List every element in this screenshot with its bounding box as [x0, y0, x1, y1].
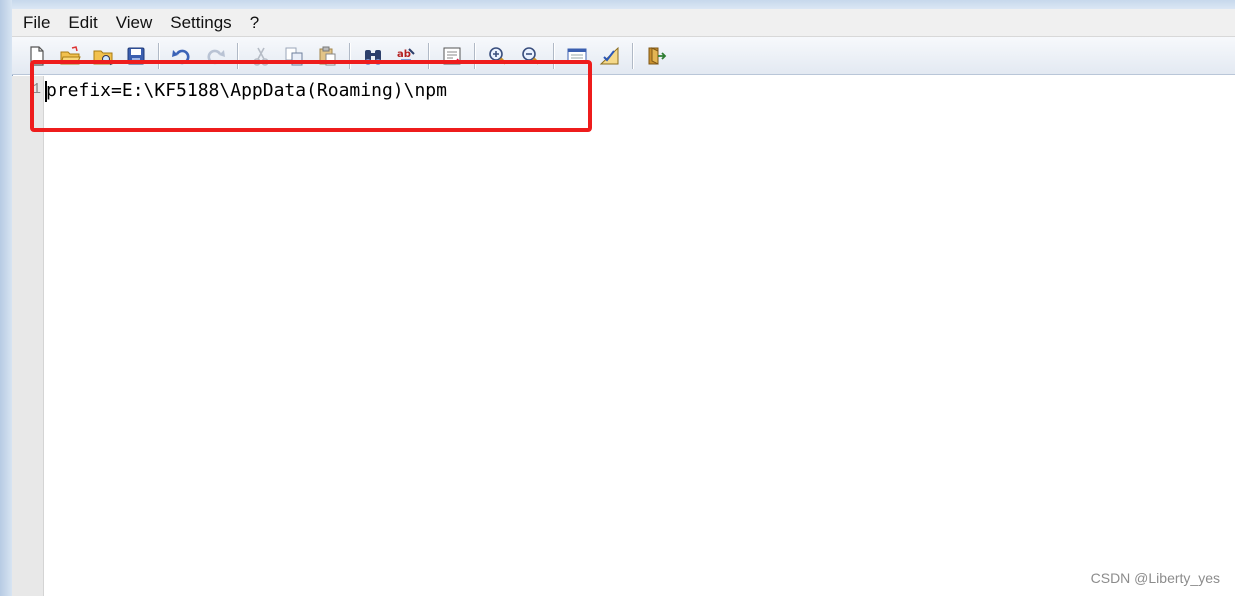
exit-button[interactable] [643, 43, 668, 68]
options-button[interactable] [597, 43, 622, 68]
watermark: CSDN @Liberty_yes [1090, 570, 1220, 586]
menu-file[interactable]: File [12, 9, 59, 36]
menu-bar: File Edit View Settings ? [12, 9, 1235, 37]
red-highlight-box [30, 60, 592, 132]
line-number-gutter: 1 [12, 76, 44, 596]
menu-edit[interactable]: Edit [59, 9, 106, 36]
menu-help[interactable]: ? [241, 9, 268, 36]
text-editor[interactable]: 1 prefix=E:\KF5188\AppData(Roaming)\npm [12, 76, 1235, 596]
toolbar-separator [632, 42, 633, 69]
editor-window: File Edit View Settings ? ab 1 prefix=E:… [0, 0, 1235, 596]
menu-settings[interactable]: Settings [161, 9, 240, 36]
exit-icon [648, 46, 666, 65]
options-icon [599, 46, 618, 64]
menu-view[interactable]: View [107, 9, 162, 36]
svg-text:ab: ab [397, 49, 411, 60]
